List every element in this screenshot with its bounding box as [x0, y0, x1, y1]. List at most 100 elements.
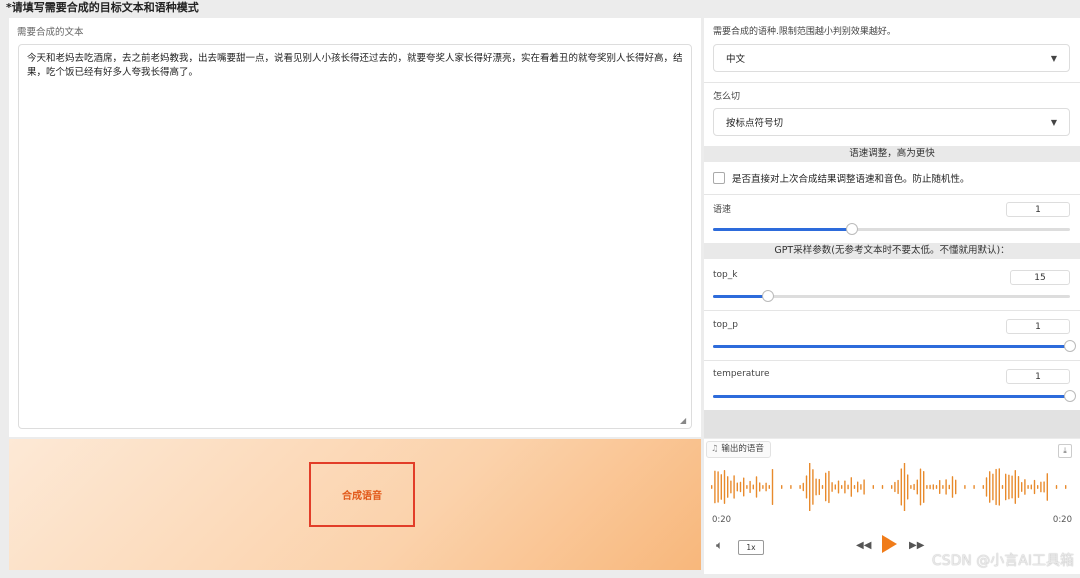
waveform-bar: [935, 485, 938, 489]
audio-waveform[interactable]: [710, 463, 1074, 511]
music-note-icon: ♫: [711, 444, 719, 454]
speed-slider-handle[interactable]: [846, 223, 859, 235]
waveform-bar: [955, 479, 957, 495]
divider: [704, 310, 1080, 311]
gpt-section-header: GPT采样参数(无参考文本时不要太低。不懂就用默认)：: [704, 243, 1080, 259]
waveform-bar: [907, 474, 909, 500]
waveform-bar: [995, 468, 997, 506]
adjust-last-checkbox-row[interactable]: 是否直接对上次合成结果调整语速和音色。防止随机性。: [713, 171, 970, 185]
waveform-bar: [768, 485, 770, 489]
waveform-bar: [762, 485, 764, 489]
text-input-field[interactable]: 今天和老妈去吃酒席，去之前老妈教我，出去嘴要甜一点，说看见别人小孩长得还过去的，…: [18, 44, 692, 429]
download-icon[interactable]: ⤓: [1058, 444, 1072, 458]
waveform-bar: [730, 480, 732, 494]
audio-output-label-text: 输出的语音: [721, 444, 764, 454]
playback-rate-button[interactable]: 1x: [738, 540, 764, 555]
skip-back-icon[interactable]: ◀◀: [856, 540, 871, 551]
split-select[interactable]: 按标点符号切 ▼: [713, 108, 1070, 136]
resize-grip-icon[interactable]: ◢: [680, 417, 688, 425]
watermark: CSDN @小言AI工具箱: [931, 553, 1074, 569]
temperature-label: temperature: [713, 369, 770, 379]
waveform-bar: [743, 477, 745, 497]
waveform-bar: [717, 471, 719, 503]
waveform-bar: [812, 469, 814, 505]
speed-section-header: 语速调整，高为更快: [704, 146, 1080, 162]
speed-number-input[interactable]: 1: [1006, 202, 1070, 217]
dropdown-arrow-icon: ▼: [1050, 53, 1057, 63]
synthesize-area: 合成语音: [9, 439, 701, 570]
top-p-number-input[interactable]: 1: [1006, 319, 1070, 334]
waveform-bar: [945, 479, 947, 495]
top-p-slider-handle[interactable]: [1064, 340, 1076, 352]
section-title: *请填写需要合成的目标文本和语种模式: [6, 1, 199, 14]
top-k-number-input[interactable]: 15: [1010, 270, 1070, 285]
duration-time: 0:20: [1052, 515, 1072, 525]
text-input-value: 今天和老妈去吃酒席，去之前老妈教我，出去嘴要甜一点，说看见别人小孩长得还过去的，…: [27, 53, 683, 78]
waveform-bar: [942, 485, 944, 489]
waveform-bar: [755, 476, 758, 498]
waveform-bar: [736, 482, 738, 492]
waveform-bar: [831, 482, 833, 492]
dropdown-arrow-icon: ▼: [1050, 117, 1057, 127]
waveform-bar: [1040, 481, 1042, 493]
waveform-bar: [771, 468, 774, 506]
waveform-bar: [1065, 485, 1067, 489]
waveform-bar: [881, 485, 884, 489]
temperature-number-input[interactable]: 1: [1006, 369, 1070, 384]
volume-icon[interactable]: 🔈︎: [716, 538, 723, 553]
waveform-bar: [891, 485, 893, 489]
waveform-bar: [932, 484, 934, 490]
waveform-bar: [720, 474, 722, 500]
split-selected: 按标点符号切: [726, 118, 784, 129]
language-select[interactable]: 中文 ▼: [713, 44, 1070, 72]
waveform-bar: [781, 485, 783, 489]
waveform-bar: [926, 485, 928, 489]
waveform-bar: [828, 470, 830, 504]
waveform-bar: [973, 485, 975, 489]
waveform-bar: [863, 479, 865, 495]
waveform-bar: [985, 477, 988, 497]
waveform-bar: [929, 484, 931, 490]
settings-panel: 需要合成的语种.限制范围越小判别效果越好。 中文 ▼ 怎么切 按标点符号切 ▼ …: [704, 18, 1080, 410]
waveform-bar: [837, 480, 840, 494]
temperature-slider-fill: [713, 395, 1070, 398]
top-p-slider[interactable]: [713, 340, 1076, 352]
waveform-bar: [1037, 485, 1039, 489]
waveform-bar: [998, 468, 1000, 506]
waveform-bar: [815, 478, 817, 496]
waveform-bar: [1027, 485, 1029, 489]
adjust-last-checkbox[interactable]: [713, 172, 725, 184]
waveform-bar: [857, 481, 859, 493]
waveform-bar: [853, 485, 856, 489]
top-k-label: top_k: [713, 270, 738, 280]
waveform-bar: [913, 483, 915, 491]
waveform-bar: [825, 472, 827, 502]
temperature-slider[interactable]: [713, 390, 1076, 402]
top-k-slider-handle[interactable]: [762, 290, 775, 302]
temperature-slider-handle[interactable]: [1064, 390, 1076, 402]
synthesize-button[interactable]: 合成语音: [309, 462, 415, 527]
waveform-bar: [821, 485, 824, 489]
waveform-bar: [841, 485, 843, 489]
waveform-bar: [1046, 473, 1048, 501]
play-icon[interactable]: [882, 535, 897, 553]
waveform-bar: [752, 484, 754, 490]
waveform-bar: [765, 482, 767, 492]
divider: [704, 360, 1080, 361]
waveform-bar: [790, 485, 792, 489]
speed-slider[interactable]: [713, 223, 1070, 235]
waveform-bar: [894, 481, 896, 493]
top-k-slider[interactable]: [713, 290, 1070, 302]
divider: [704, 82, 1080, 83]
waveform-bar: [818, 478, 820, 496]
skip-forward-icon[interactable]: ▶▶: [909, 540, 924, 551]
waveform-bar: [1017, 476, 1020, 498]
divider: [704, 194, 1080, 195]
waveform-bar: [951, 476, 954, 498]
text-input-panel: 需要合成的文本 今天和老妈去吃酒席，去之前老妈教我，出去嘴要甜一点，说看见别人小…: [9, 18, 701, 437]
current-time: 0:20: [712, 515, 732, 525]
waveform-bar: [847, 484, 849, 490]
top-k-slider-fill: [713, 295, 769, 298]
waveform-bar: [802, 482, 804, 492]
waveform-bar: [746, 485, 748, 489]
